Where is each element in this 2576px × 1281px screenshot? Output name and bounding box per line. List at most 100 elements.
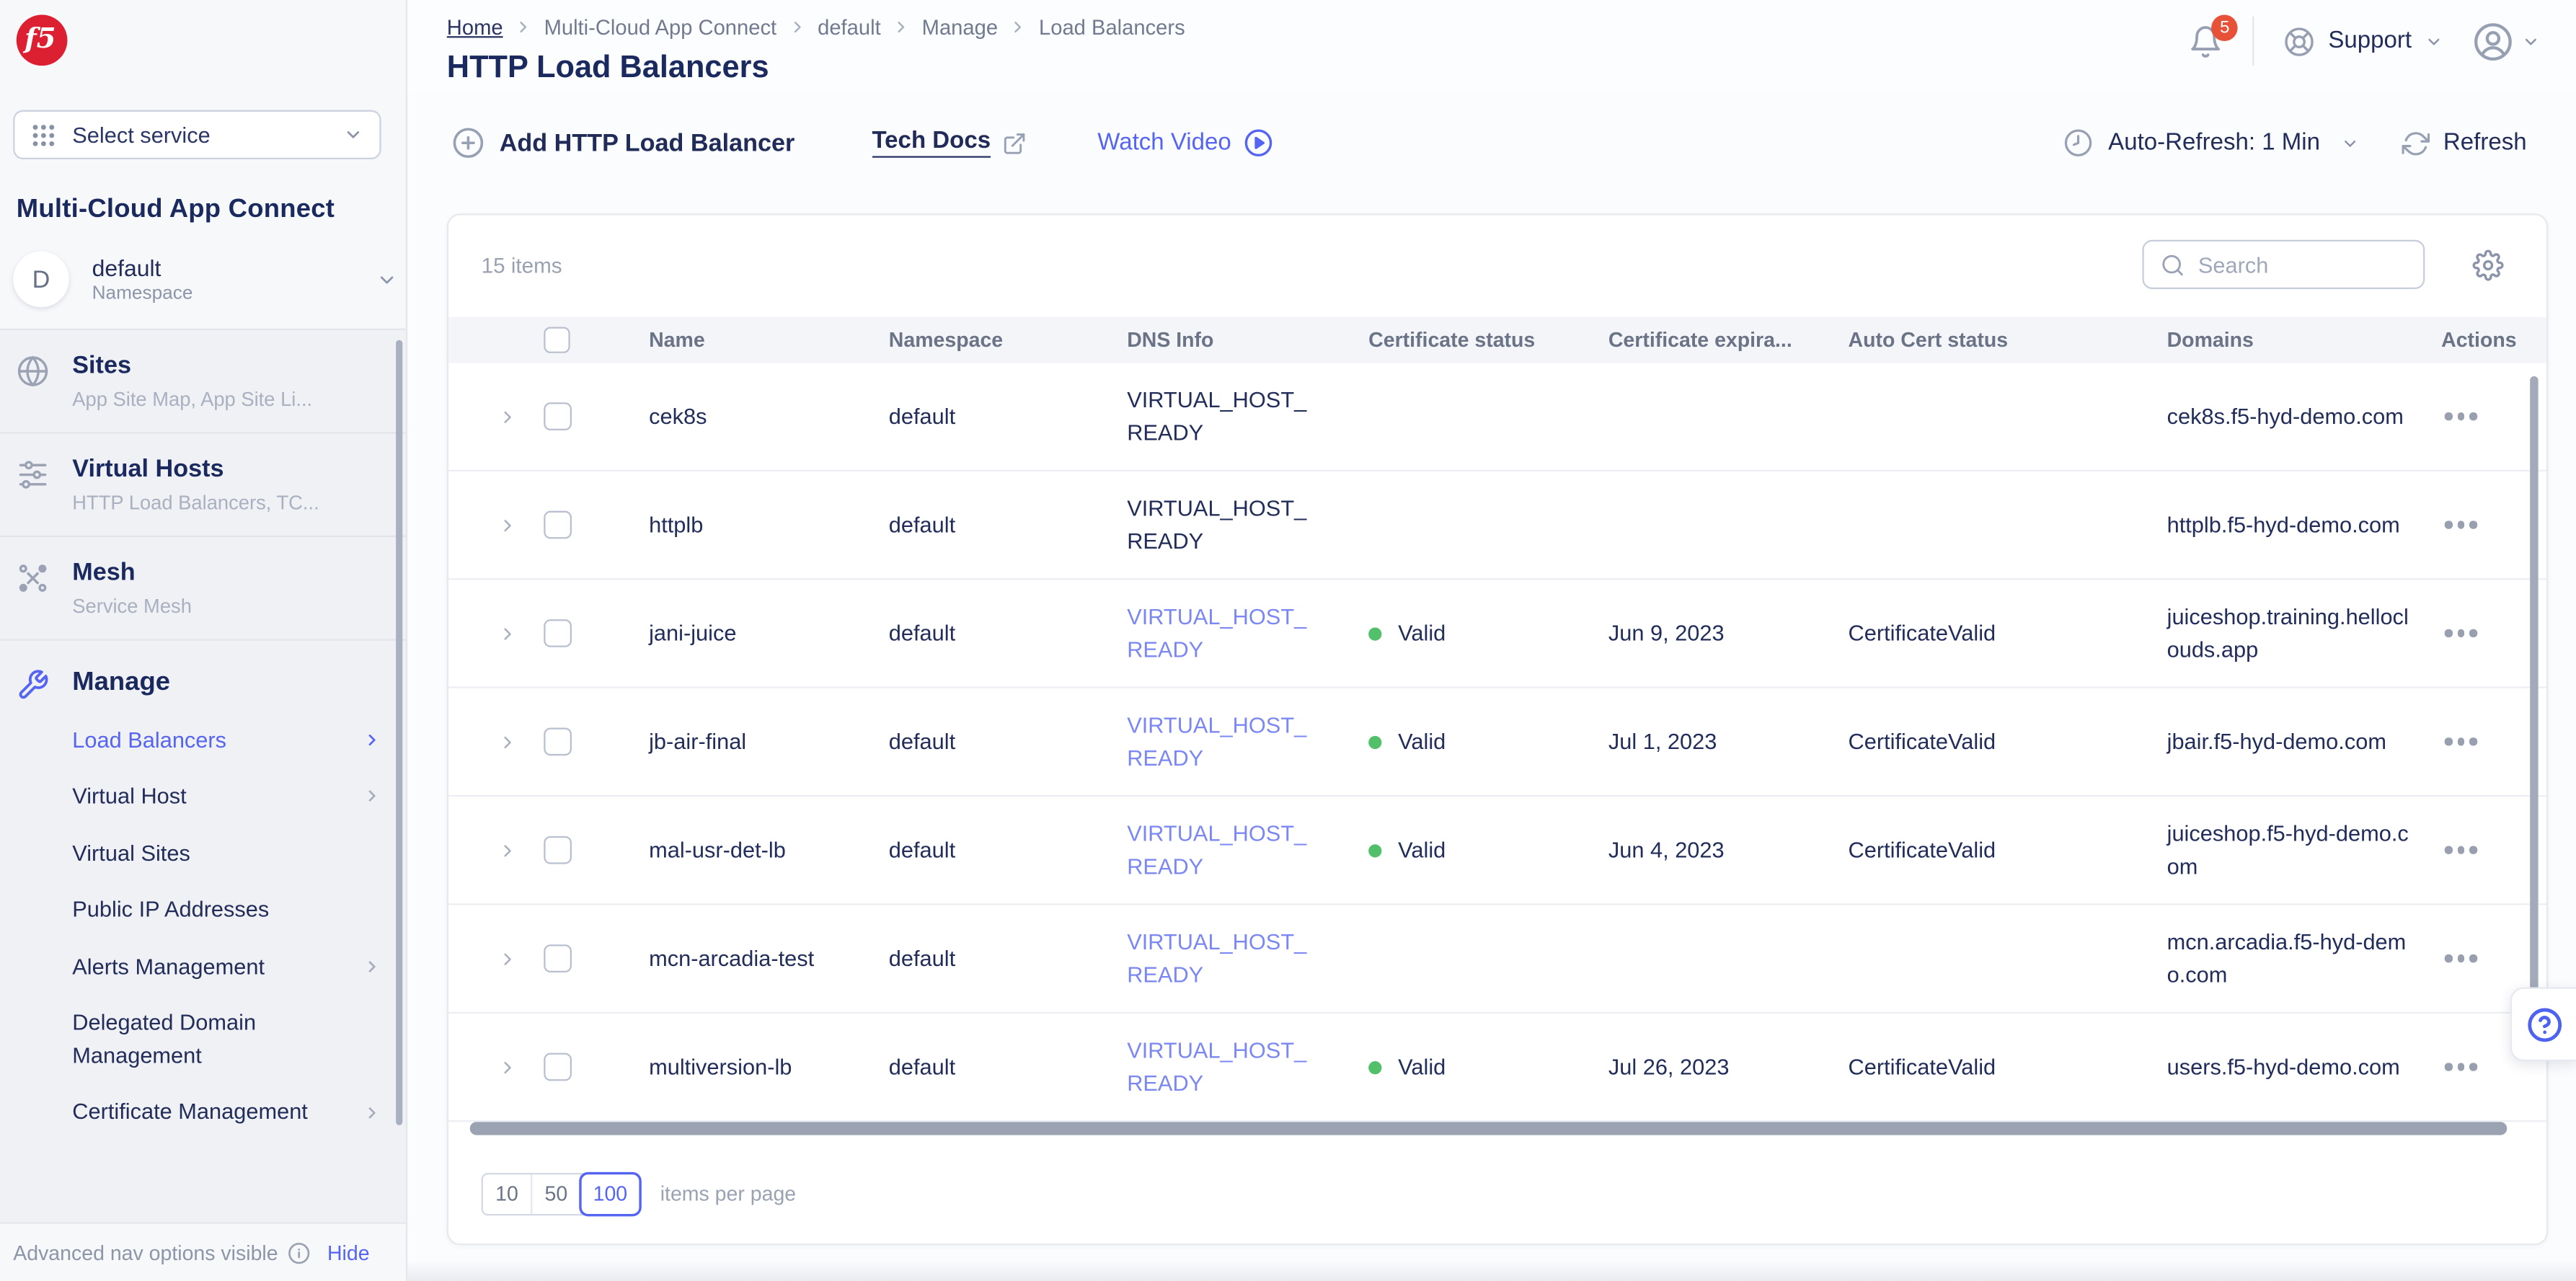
gear-icon[interactable]	[2472, 249, 2503, 280]
cell-auto-cert-status: CertificateValid	[1812, 1051, 2130, 1083]
cell-dns-info[interactable]: VIRTUAL_HOST_READY	[1127, 601, 1321, 665]
chevron-right-icon	[363, 1104, 381, 1122]
cell-certificate-expiration: Jul 1, 2023	[1572, 726, 1813, 758]
cell-domains: juiceshop.training.helloclouds.app	[2167, 601, 2417, 665]
globe-icon	[17, 355, 53, 410]
sidebar-manage-item[interactable]: Load Balancers	[72, 712, 381, 768]
column-header[interactable]: Domains	[2130, 329, 2405, 352]
sidebar-manage-item[interactable]: Virtual Host	[72, 768, 381, 825]
row-checkbox[interactable]	[544, 1053, 572, 1081]
breadcrumb-item[interactable]: Home	[447, 15, 503, 40]
cell-auto-cert-status: CertificateValid	[1812, 617, 2130, 650]
row-expand-chevron-icon[interactable]	[448, 624, 524, 643]
items-per-page-option[interactable]: 100	[582, 1174, 639, 1214]
row-checkbox[interactable]	[544, 511, 572, 539]
sidebar-nav-group[interactable]: Mesh Service Mesh	[0, 537, 406, 641]
user-menu[interactable]	[2472, 20, 2539, 61]
row-expand-chevron-icon[interactable]	[448, 732, 524, 751]
nav-group-title: Mesh	[72, 559, 192, 587]
help-button[interactable]	[2510, 987, 2576, 1061]
chevron-down-icon	[343, 125, 363, 144]
cell-domains: jbair.f5-hyd-demo.com	[2167, 726, 2417, 758]
row-checkbox[interactable]	[544, 836, 572, 864]
breadcrumb-item[interactable]: Multi-Cloud App Connect	[544, 15, 777, 40]
items-per-page-option[interactable]: 10	[483, 1174, 532, 1214]
status-dot	[1368, 626, 1381, 639]
table-row: jani-juice default VIRTUAL_HOST_READY Va…	[448, 580, 2546, 688]
manage-title: Manage	[72, 668, 170, 698]
hide-advanced-nav-button[interactable]: Hide	[327, 1241, 370, 1264]
service-selector[interactable]: Select service	[13, 110, 381, 159]
watch-video-link[interactable]: Watch Video	[1097, 128, 1274, 158]
row-checkbox[interactable]	[544, 727, 572, 755]
manage-item-label: Virtual Sites	[72, 837, 190, 869]
row-actions-menu-button[interactable]	[2445, 1063, 2546, 1071]
column-header[interactable]: Certificate expira...	[1572, 329, 1813, 352]
cell-dns-info[interactable]: VIRTUAL_HOST_READY	[1127, 818, 1321, 882]
table-vertical-scrollbar[interactable]	[2530, 376, 2538, 1003]
row-expand-chevron-icon[interactable]	[448, 515, 524, 534]
column-header[interactable]: DNS Info	[1091, 329, 1332, 352]
manage-item-label: Virtual Host	[72, 781, 186, 813]
breadcrumb: Home Multi-Cloud App Connect default	[447, 15, 1185, 40]
notifications-button[interactable]: 5	[2189, 24, 2223, 58]
table-horizontal-scrollbar[interactable]	[470, 1122, 2508, 1135]
sidebar-scrollbar[interactable]	[396, 340, 402, 1125]
row-expand-chevron-icon[interactable]	[448, 841, 524, 860]
row-expand-chevron-icon[interactable]	[448, 949, 524, 968]
sidebar-manage-item[interactable]: Virtual Sites	[72, 825, 381, 882]
support-menu[interactable]: Support	[2284, 25, 2443, 56]
select-all-checkbox[interactable]	[544, 327, 570, 353]
breadcrumb-item[interactable]: Manage	[922, 15, 998, 40]
sidebar: f5 Select service Multi-Cloud App Connec…	[0, 0, 407, 1281]
product-title: Multi-Cloud App Connect	[17, 195, 393, 225]
auto-refresh-dropdown[interactable]: Auto-Refresh: 1 Min	[2064, 128, 2360, 158]
items-per-page-option[interactable]: 50	[532, 1174, 581, 1214]
row-expand-chevron-icon[interactable]	[448, 1057, 524, 1076]
cell-dns-info[interactable]: VIRTUAL_HOST_READY	[1127, 926, 1321, 990]
sidebar-manage-item[interactable]: Alerts Management	[72, 939, 381, 996]
f5-logo-text: f5	[25, 26, 56, 54]
table-header-row: NameNamespaceDNS InfoCertificate statusC…	[448, 317, 2546, 363]
sidebar-nav-group[interactable]: Sites App Site Map, App Site Li...	[0, 330, 406, 434]
row-checkbox[interactable]	[544, 944, 572, 972]
manage-section-header[interactable]: Manage	[17, 665, 383, 701]
namespace-selector[interactable]: D default Namespace	[13, 252, 397, 307]
sidebar-manage-item[interactable]: Certificate Management	[72, 1084, 381, 1141]
column-header[interactable]: Certificate status	[1332, 329, 1572, 352]
breadcrumb-item[interactable]: Load Balancers	[1039, 15, 1185, 40]
refresh-button[interactable]: Refresh	[2402, 129, 2527, 157]
status-label: Valid	[1398, 726, 1446, 758]
column-header[interactable]: Actions	[2405, 329, 2546, 352]
status-dot	[1368, 843, 1381, 856]
cell-auto-cert-status: CertificateValid	[1812, 834, 2130, 866]
sidebar-manage-item[interactable]: Public IP Addresses	[72, 882, 381, 939]
cell-certificate-expiration: Jul 26, 2023	[1572, 1051, 1813, 1083]
add-http-load-balancer-button[interactable]: Add HTTP Load Balancer	[452, 126, 795, 159]
search-input[interactable]	[2198, 252, 2395, 277]
cell-dns-info[interactable]: VIRTUAL_HOST_READY	[1127, 384, 1321, 448]
column-header[interactable]: Name	[613, 329, 853, 352]
sidebar-nav-group[interactable]: Virtual Hosts HTTP Load Balancers, TC...	[0, 434, 406, 538]
column-header[interactable]: Auto Cert status	[1812, 329, 2130, 352]
cell-dns-info[interactable]: VIRTUAL_HOST_READY	[1127, 709, 1321, 774]
nav-group-title: Sites	[72, 352, 312, 380]
cell-dns-info[interactable]: VIRTUAL_HOST_READY	[1127, 492, 1321, 557]
table-row: multiversion-lb default VIRTUAL_HOST_REA…	[448, 1014, 2546, 1122]
breadcrumb-item[interactable]: default	[818, 15, 881, 40]
tech-docs-link[interactable]: Tech Docs	[872, 128, 1027, 158]
grid-icon	[31, 123, 56, 147]
cell-name: httplb	[613, 509, 853, 541]
column-header[interactable]: Namespace	[853, 329, 1091, 352]
status-dot	[1368, 735, 1381, 748]
row-expand-chevron-icon[interactable]	[448, 407, 524, 426]
cell-domains: httplb.f5-hyd-demo.com	[2167, 509, 2417, 541]
row-checkbox[interactable]	[544, 402, 572, 430]
row-checkbox[interactable]	[544, 619, 572, 647]
cell-actions	[2405, 521, 2546, 528]
cell-certificate-status: Valid	[1332, 617, 1572, 650]
cell-dns-info[interactable]: VIRTUAL_HOST_READY	[1127, 1034, 1321, 1099]
add-button-label: Add HTTP Load Balancer	[500, 129, 795, 157]
manage-item-label: Delegated Domain Management	[72, 1008, 381, 1072]
sidebar-manage-item[interactable]: Delegated Domain Management	[72, 995, 381, 1083]
